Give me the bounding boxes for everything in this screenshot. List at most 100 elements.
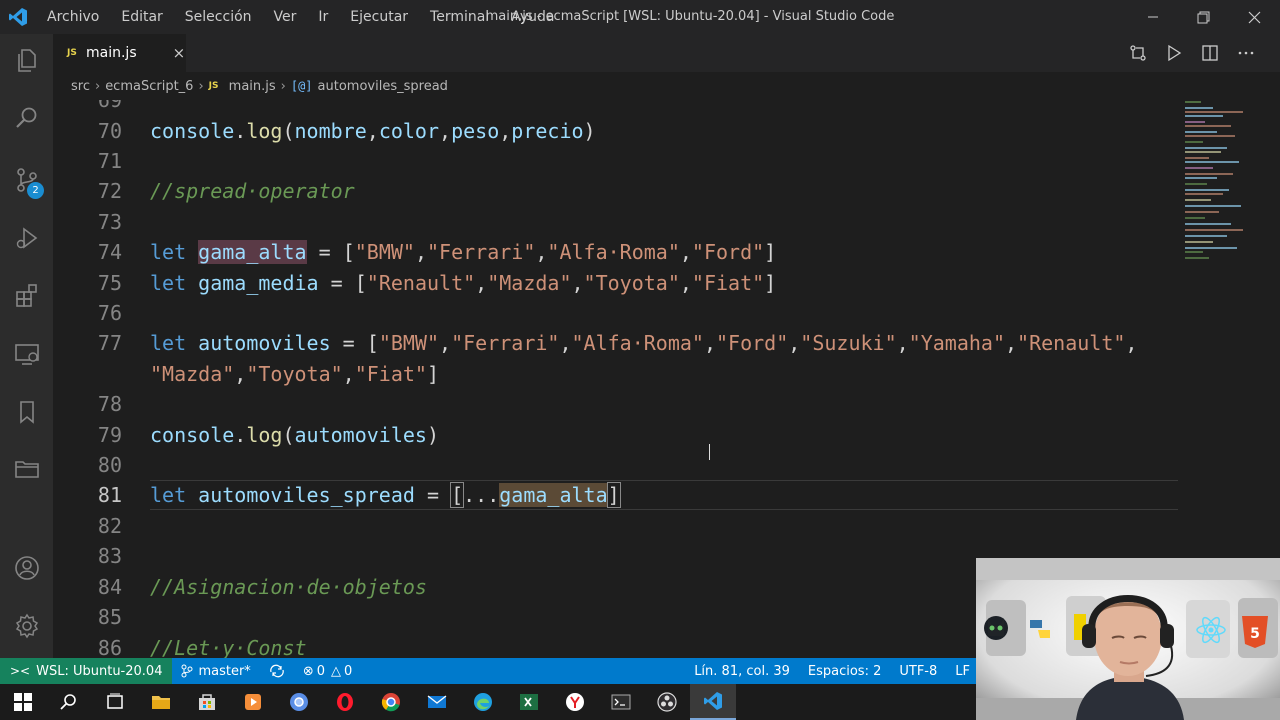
code-line-77-wrap: "Mazda","Toyota","Fiat"] <box>150 362 440 386</box>
line-number: 82 <box>97 514 122 538</box>
chevron-right-icon: › <box>280 78 286 94</box>
edge-icon[interactable] <box>460 684 506 720</box>
extensions-icon[interactable] <box>0 272 53 320</box>
line-number: 81 <box>97 483 122 507</box>
line-number: 70 <box>97 119 122 143</box>
remote-explorer-icon[interactable] <box>0 330 53 378</box>
more-actions-icon[interactable] <box>1228 44 1264 62</box>
code-line-74: let gama_alta = ["BMW","Ferrari","Alfa·R… <box>150 240 777 264</box>
breadcrumb-file[interactable]: main.js <box>229 79 276 94</box>
source-control-badge: 2 <box>27 182 44 199</box>
js-file-icon: JS <box>208 80 219 91</box>
menu-terminal[interactable]: Terminal <box>419 0 500 34</box>
vscode-logo-icon <box>0 0 36 34</box>
line-number: 78 <box>97 392 122 416</box>
branch-indicator[interactable]: master* <box>172 664 259 679</box>
menu-seleccion[interactable]: Selección <box>174 0 263 34</box>
code-line-79: console.log(automoviles) <box>150 423 440 447</box>
error-count: 0 <box>316 663 325 679</box>
minimize-button[interactable] <box>1127 0 1178 34</box>
code-line-70: console.log(nombre,color,peso,precio) <box>150 119 596 143</box>
menu-ir[interactable]: Ir <box>307 0 339 34</box>
menu-ver[interactable]: Ver <box>263 0 308 34</box>
breadcrumb-symbol[interactable]: automoviles_spread <box>318 79 448 94</box>
chevron-right-icon: › <box>94 78 101 94</box>
line-number: 83 <box>97 544 122 568</box>
windows-start-icon[interactable] <box>0 684 46 720</box>
warning-count: 0 <box>344 663 353 679</box>
media-player-icon[interactable] <box>230 684 276 720</box>
folder-icon[interactable] <box>0 444 53 492</box>
split-editor-icon[interactable] <box>1192 44 1228 62</box>
chrome-icon[interactable] <box>368 684 414 720</box>
settings-gear-icon[interactable] <box>0 602 53 650</box>
title-bar: Archivo Editar Selección Ver Ir Ejecutar… <box>0 0 1280 34</box>
bookmarks-icon[interactable] <box>0 388 53 436</box>
cursor-position[interactable]: Lín. 81, col. 39 <box>685 664 799 679</box>
run-file-icon[interactable] <box>1156 44 1192 62</box>
obs-icon[interactable] <box>644 684 690 720</box>
code-line-77: let automoviles = ["BMW","Ferrari","Alfa… <box>150 331 1138 355</box>
search-icon[interactable] <box>0 94 53 142</box>
vscode-icon[interactable] <box>690 684 736 720</box>
line-number: 76 <box>97 301 122 325</box>
yandex-icon[interactable] <box>552 684 598 720</box>
code-line-81: let automoviles_spread = [...gama_alta] <box>150 482 621 508</box>
indentation[interactable]: Espacios: 2 <box>799 664 890 679</box>
opera-icon[interactable] <box>322 684 368 720</box>
remote-label: WSL: Ubuntu-20.04 <box>36 663 163 679</box>
menu-editar[interactable]: Editar <box>110 0 173 34</box>
mouse-ibeam-cursor <box>709 444 711 460</box>
store-icon[interactable] <box>184 684 230 720</box>
tab-main-js[interactable]: JS main.js × <box>53 34 186 72</box>
menu-ejecutar[interactable]: Ejecutar <box>339 0 419 34</box>
task-view-icon[interactable] <box>92 684 138 720</box>
tab-label: main.js <box>86 45 137 61</box>
line-number: 73 <box>97 210 122 234</box>
line-number: 79 <box>97 423 122 447</box>
line-number: 85 <box>97 605 122 629</box>
problems-indicator[interactable]: ⊗ 0 △ 0 <box>294 664 361 679</box>
line-number: 72 <box>97 179 122 203</box>
code-line-86: //Let·y·Const <box>150 636 307 658</box>
branch-label: master* <box>198 663 251 679</box>
terminal-icon[interactable] <box>598 684 644 720</box>
excel-icon[interactable] <box>506 684 552 720</box>
run-debug-icon[interactable] <box>0 214 53 262</box>
breadcrumb: src › ecmaScript_6 › JS main.js › [@] au… <box>53 72 1280 100</box>
minimap[interactable] <box>1183 100 1263 270</box>
mail-icon[interactable] <box>414 684 460 720</box>
line-number: 84 <box>97 575 122 599</box>
restore-button[interactable] <box>1178 0 1229 34</box>
explorer-files-icon[interactable] <box>0 36 53 84</box>
svg-text:5: 5 <box>1250 626 1260 642</box>
line-number: 80 <box>97 453 122 477</box>
remote-indicator[interactable]: >< WSL: Ubuntu-20.04 <box>0 658 173 684</box>
account-icon[interactable] <box>0 544 53 592</box>
chromium-icon[interactable] <box>276 684 322 720</box>
close-window-button[interactable] <box>1229 0 1280 34</box>
line-number: 69 <box>97 100 122 112</box>
line-number: 75 <box>97 271 122 295</box>
sync-icon[interactable] <box>260 664 294 678</box>
tab-bar: JS main.js × <box>53 34 1280 72</box>
line-number: 74 <box>97 240 122 264</box>
encoding[interactable]: UTF-8 <box>890 664 946 679</box>
git-branch-icon <box>181 664 193 678</box>
webcam-video-image: 5 <box>976 558 1280 720</box>
tab-close-icon[interactable]: × <box>173 44 186 62</box>
breadcrumb-src[interactable]: src <box>71 79 90 94</box>
search-icon[interactable] <box>46 684 92 720</box>
source-control-icon[interactable]: 2 <box>0 156 53 204</box>
line-number: 77 <box>97 331 122 355</box>
remote-icon: >< <box>10 664 31 678</box>
breadcrumb-folder[interactable]: ecmaScript_6 <box>105 79 193 94</box>
window-controls <box>1127 0 1280 34</box>
file-explorer-icon[interactable] <box>138 684 184 720</box>
open-changes-icon[interactable] <box>1120 44 1156 62</box>
js-file-icon: JS <box>67 47 77 58</box>
webcam-overlay: 5 <box>976 558 1280 720</box>
error-icon: ⊗ <box>302 663 314 679</box>
menu-archivo[interactable]: Archivo <box>36 0 110 34</box>
menu-ayuda[interactable]: Ayuda <box>500 0 565 34</box>
